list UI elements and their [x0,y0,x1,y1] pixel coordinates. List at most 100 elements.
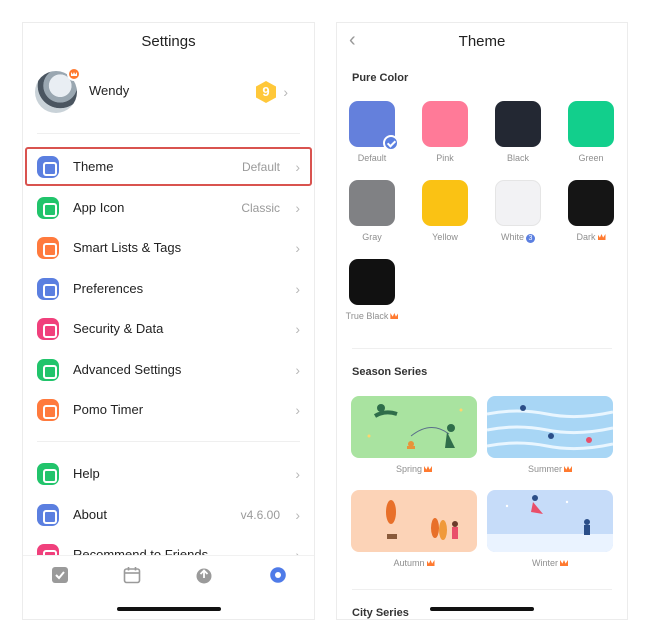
habit-tab-icon[interactable] [195,566,213,584]
user-name: Wendy [89,83,130,98]
spring-illustration [367,404,463,449]
divider [37,441,300,442]
tasks-tab-icon[interactable] [51,566,69,584]
menu-item-smart-lists-tags[interactable]: Smart Lists & Tags › [37,230,300,266]
crown-icon [564,466,572,472]
level-badge-icon: 3 [526,234,535,243]
menu-item-security-data[interactable]: Security & Data › [37,311,300,347]
autumn-illustration [386,500,458,540]
menu-item-label: Pomo Timer [73,402,144,417]
menu-item-label: About [73,506,107,522]
crown-icon [424,466,432,472]
menu-item-about[interactable]: About v4.6.00 › [37,497,300,533]
chevron-right-icon: › [295,280,300,297]
summer-illustration [487,405,613,451]
chevron-right-icon: › [295,159,300,175]
menu-item-label: Security & Data [73,321,164,336]
swatch-label: True Black [342,311,402,321]
menu-item-pomo-timer[interactable]: Pomo Timer › [37,392,300,428]
menu-item-value: Classic [241,200,280,215]
theme-icon [37,156,59,178]
home-indicator [430,607,534,611]
swatch-yellow[interactable] [422,180,468,226]
swatch-label-text: True Black [345,311,389,321]
lock-icon [37,318,59,340]
sliders-icon [37,358,59,381]
swatch-black[interactable] [495,101,541,147]
season-series-header: Season Series [352,366,428,378]
swatch-label: Yellow [415,232,475,242]
swatch-label: Green [561,153,621,163]
chevron-right-icon: › [295,361,300,378]
swatch-label: White 3 [488,232,548,243]
settings-tab-icon[interactable] [269,566,287,584]
season-label-spring: Spring [351,464,477,474]
crown-icon [390,313,399,319]
chevron-right-icon: › [295,240,300,256]
home-indicator [116,607,221,611]
menu-item-label: Preferences [73,280,144,296]
menu-item-label: App Icon [73,199,125,215]
theme-title: Theme [458,33,506,50]
swatch-true-black[interactable] [349,259,395,305]
city-series-header: City Series [352,607,409,619]
swatch-label-text: White [500,232,524,242]
chevron-right-icon: › [283,84,288,100]
season-label-summer: Summer [487,464,613,474]
chevron-right-icon: › [295,402,300,418]
summer-label: Summer [527,464,562,474]
tab-bar [23,555,314,591]
theme-panel: ‹ Theme Pure Color Default Pink Black Green… [336,22,628,620]
season-label-winter: Winter [487,558,613,568]
app-icon-icon [37,196,59,219]
autumn-theme-card[interactable] [351,490,477,552]
winter-theme-card[interactable] [487,490,613,552]
swatch-gray[interactable] [349,180,395,226]
menu-item-value: v4.6.00 [240,507,280,522]
winter-illustration [487,495,613,552]
swatch-label: Pink [415,153,475,163]
chevron-right-icon: › [295,199,300,216]
swatch-white[interactable] [495,180,541,226]
swatch-label: Black [488,153,548,163]
avatar[interactable] [35,67,81,113]
pure-color-header: Pure Color [352,72,409,84]
swatch-label-text: Dark [576,232,596,242]
menu-item-advanced-settings[interactable]: Advanced Settings › [37,352,300,388]
swatch-label: Default [342,153,402,163]
chevron-right-icon: › [295,466,300,482]
swatch-label: Dark [561,232,621,242]
profile-row[interactable]: Wendy 9 › [35,67,302,115]
swatch-label-text: Pink [436,153,454,163]
menu-item-help[interactable]: Help › [37,456,300,492]
menu-item-label: Theme [73,159,114,174]
crown-icon [67,67,81,81]
swatch-label-text: Yellow [432,232,458,242]
menu-item-app-icon[interactable]: App Icon Classic › [37,190,300,226]
level-badge: 9 [256,81,276,103]
swatch-label: Gray [342,232,402,242]
preferences-icon [37,277,59,300]
swatch-label-text: Gray [362,232,382,242]
swatch-dark[interactable] [568,180,614,226]
settings-panel: Settings Wendy 9 › Theme Default › App Icon… [22,22,315,620]
divider [352,348,612,349]
swatch-label-text: Default [357,153,387,163]
settings-title: Settings [141,33,196,50]
calendar-tab-icon[interactable] [123,566,141,584]
selected-check-icon [383,135,399,151]
divider [37,133,300,134]
swatch-green[interactable] [568,101,614,147]
info-icon [37,503,59,526]
summer-theme-card[interactable] [487,396,613,458]
swatch-pink[interactable] [422,101,468,147]
spring-theme-card[interactable] [351,396,477,458]
menu-item-theme[interactable]: Theme Default › [37,149,300,185]
swatch-label-text: Black [506,153,529,163]
winter-label: Winter [531,558,558,568]
crown-icon [597,234,606,240]
menu-item-label: Smart Lists & Tags [73,240,182,255]
menu-item-preferences[interactable]: Preferences › [37,271,300,307]
autumn-label: Autumn [393,558,425,568]
spring-label: Spring [395,464,422,474]
